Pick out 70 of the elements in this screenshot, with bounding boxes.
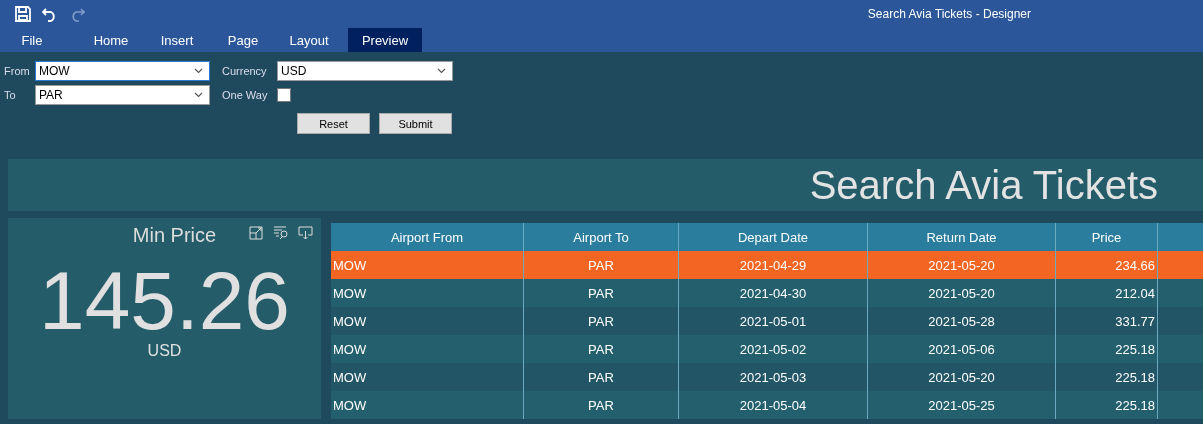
chevron-icon	[194, 92, 203, 98]
table-row[interactable]: MOW PAR 2021-05-04 2021-05-25 225.18	[331, 391, 1203, 419]
column-header[interactable]: Airport From	[331, 223, 524, 251]
column-header[interactable]: Airport To	[523, 223, 679, 251]
card-title: Min Price	[132, 224, 217, 246]
ribbon-tab[interactable]: Home	[78, 28, 144, 52]
min-price-value: 145.26	[39, 260, 290, 342]
one-way-checkbox[interactable]	[277, 88, 291, 102]
column-header[interactable]: Return Date	[867, 223, 1056, 251]
chevron-icon	[194, 68, 203, 74]
table-cell: MOW	[331, 251, 524, 279]
to-dropdown[interactable]: PAR	[35, 85, 210, 105]
table-cell: 2021-05-25	[867, 391, 1056, 419]
table-cell: 2021-04-29	[678, 251, 868, 279]
table-row[interactable]: MOW PAR 2021-05-03 2021-05-20 225.18	[331, 363, 1203, 391]
field-label: One Way	[221, 89, 269, 101]
ribbon-tab[interactable]: Layout	[276, 28, 342, 52]
table-cell: MOW	[331, 307, 524, 335]
table-cell: MOW	[331, 363, 524, 391]
table-cell: 2021-05-20	[867, 279, 1056, 307]
form-button[interactable]: Submit	[379, 113, 452, 134]
table-cell: 2021-04-30	[678, 279, 868, 307]
table-cell: PAR	[523, 307, 679, 335]
expand-icon[interactable]	[249, 226, 263, 240]
table-cell: PAR	[523, 335, 679, 363]
filter-search-icon[interactable]	[273, 226, 288, 240]
table-cell: 2021-05-03	[678, 363, 868, 391]
save-icon[interactable]	[15, 6, 31, 22]
table-cell: 225.18	[1055, 391, 1158, 419]
table-row[interactable]: MOW PAR 2021-05-01 2021-05-28 331.77	[331, 307, 1203, 335]
ribbon-tab[interactable]: Preview	[348, 28, 422, 52]
table-cell: PAR	[523, 279, 679, 307]
ribbon-tab[interactable]: Insert	[144, 28, 210, 52]
table-row[interactable]: MOW PAR 2021-05-02 2021-05-06 225.18	[331, 335, 1203, 363]
undo-icon[interactable]	[42, 6, 58, 22]
table-cell: PAR	[523, 363, 679, 391]
form-button[interactable]: Reset	[297, 113, 370, 134]
table-row[interactable]: MOW PAR 2021-04-30 2021-05-20 212.04	[331, 279, 1203, 307]
currency-dropdown[interactable]: USD	[277, 61, 453, 81]
table-cell: 225.18	[1055, 363, 1158, 391]
table-cell: 2021-05-20	[867, 363, 1056, 391]
window-title: Search Avia Tickets - Designer	[867, 7, 1031, 21]
export-icon[interactable]	[298, 226, 313, 240]
table-cell: 2021-05-02	[678, 335, 868, 363]
table-cell: MOW	[331, 391, 524, 419]
table-cell: 225.18	[1055, 335, 1158, 363]
column-header[interactable]: Depart Date	[678, 223, 868, 251]
table-cell: 2021-05-04	[678, 391, 868, 419]
table-cell: 2021-05-20	[867, 251, 1056, 279]
table-cell: 2021-05-28	[867, 307, 1056, 335]
table-cell: PAR	[523, 251, 679, 279]
table-cell: MOW	[331, 335, 524, 363]
chevron-icon	[437, 68, 446, 74]
table-cell: 234.66	[1055, 251, 1158, 279]
dashboard-title: Search Avia Tickets	[809, 162, 1158, 208]
table-cell: 212.04	[1055, 279, 1158, 307]
table-cell: 2021-05-01	[678, 307, 868, 335]
field-label: To	[4, 89, 17, 101]
field-label: From	[4, 65, 31, 77]
table-cell: 331.77	[1055, 307, 1158, 335]
currency-unit: USD	[147, 342, 182, 360]
field-label: Currency	[221, 65, 268, 77]
table-cell: PAR	[523, 391, 679, 419]
from-dropdown[interactable]: MOW	[35, 61, 210, 81]
redo-icon	[69, 6, 85, 22]
table-cell: MOW	[331, 279, 524, 307]
table-cell: 2021-05-06	[867, 335, 1056, 363]
ribbon-tab[interactable]: File	[10, 28, 54, 52]
ribbon-tab[interactable]: Page	[210, 28, 276, 52]
column-header[interactable]: Price	[1055, 223, 1158, 251]
